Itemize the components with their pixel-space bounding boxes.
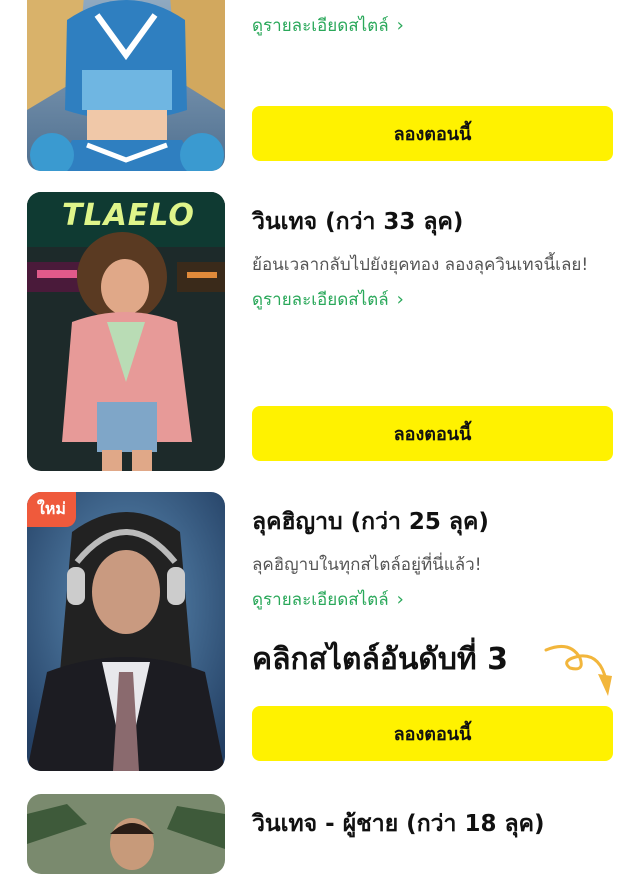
- cheerleader-image: [27, 0, 225, 171]
- details-link-text: ดูรายละเอียดสไตล์: [252, 16, 389, 36]
- style-thumbnail-hijab[interactable]: ใหม่: [27, 492, 225, 771]
- try-now-button[interactable]: ลองตอนนี้: [252, 406, 613, 461]
- style-title: วินเทจ - ผู้ชาย (กว่า 18 ลุค): [252, 811, 545, 837]
- vintage-image: [27, 192, 225, 471]
- curly-arrow-icon: [544, 644, 612, 696]
- style-description: ย้อนเวลากลับไปยังยุคทอง ลองลุควินเทจนี้เ…: [252, 255, 589, 275]
- style-thumbnail-vintage-men[interactable]: [27, 794, 225, 874]
- style-thumbnail-vintage[interactable]: TLAELO: [27, 192, 225, 471]
- details-link-text: ดูรายละเอียดสไตล์: [252, 290, 389, 310]
- chevron-right-icon: ›: [396, 15, 404, 36]
- style-title: ลุคฮิญาบ (กว่า 25 ลุค): [252, 509, 489, 535]
- style-details-link[interactable]: ดูรายละเอียดสไตล์ ›: [252, 286, 404, 313]
- style-details-link[interactable]: ดูรายละเอียดสไตล์ ›: [252, 586, 404, 613]
- vintage-men-image: [27, 794, 225, 874]
- hijab-image: [27, 492, 225, 771]
- details-link-text: ดูรายละเอียดสไตล์: [252, 590, 389, 610]
- try-now-label: ลองตอนนี้: [393, 424, 472, 445]
- try-now-button[interactable]: ลองตอนนี้: [252, 706, 613, 761]
- try-now-button[interactable]: ลองตอนนี้: [252, 106, 613, 161]
- chevron-right-icon: ›: [396, 289, 404, 310]
- style-details-link[interactable]: ดูรายละเอียดสไตล์ ›: [252, 12, 404, 39]
- style-card: วินเทจ - ผู้ชาย (กว่า 18 ลุค): [0, 792, 640, 874]
- chevron-right-icon: ›: [396, 589, 404, 610]
- style-description: ลุคฮิญาบในทุกสไตล์อยู่ที่นี่แล้ว!: [252, 555, 482, 575]
- try-now-label: ลองตอนนี้: [393, 724, 472, 745]
- new-badge: ใหม่: [27, 492, 76, 527]
- style-title: วินเทจ (กว่า 33 ลุค): [252, 209, 464, 235]
- style-thumbnail-cheerleader[interactable]: [27, 0, 225, 171]
- style-card: ดูรายละเอียดสไตล์ › ลองตอนนี้: [0, 0, 640, 180]
- style-card: ใหม่ ลุคฮิญาบ (กว่า 25 ลุค) ลุคฮิญาบในทุ…: [0, 490, 640, 780]
- rank-callout: คลิกสไตล์อันดับที่ 3: [252, 642, 509, 677]
- neon-sign-text: TLAELO: [62, 198, 195, 233]
- try-now-label: ลองตอนนี้: [393, 124, 472, 145]
- style-card: TLAELO วินเทจ (กว่า 33 ลุค) ย้อนเวลากลับ…: [0, 190, 640, 480]
